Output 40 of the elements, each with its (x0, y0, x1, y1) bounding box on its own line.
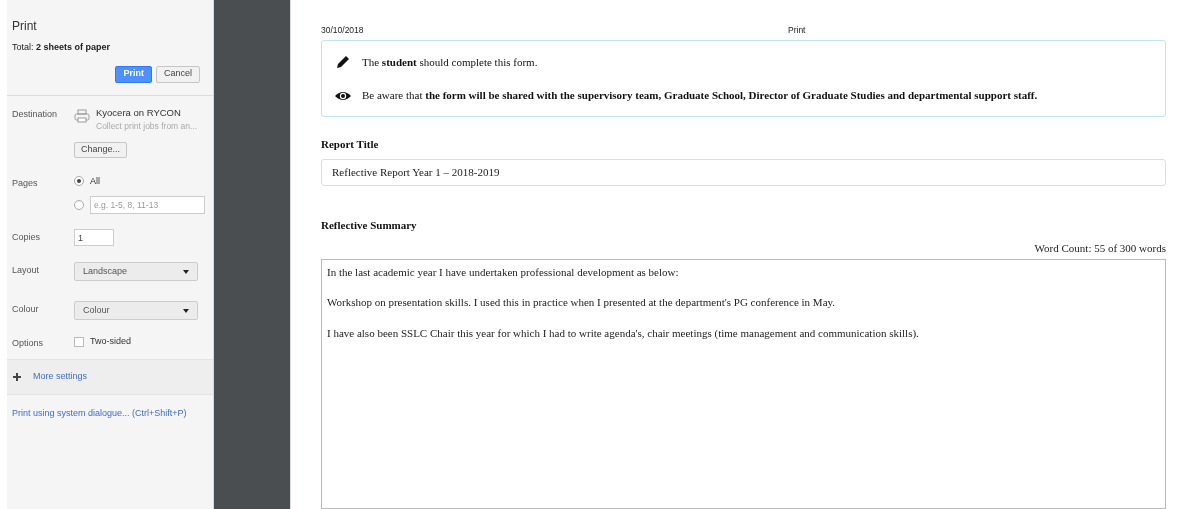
setting-label: Options (12, 337, 45, 350)
word-count: Word Count: 55 of 300 words (1033, 241, 1166, 257)
colour-select[interactable]: Colour (74, 301, 198, 320)
caret-icon (183, 308, 189, 313)
dialog-title: Print (12, 18, 38, 35)
setting-label: Colour (12, 303, 40, 316)
radio-button[interactable] (74, 176, 84, 187)
layout-select[interactable]: Landscape (74, 262, 198, 281)
printer-name: Kyocera on RYCON (96, 105, 182, 120)
radio-button[interactable] (74, 200, 84, 210)
checkbox-label: Two-sided (90, 335, 132, 348)
summary-paragraph: Workshop on presentation skills. I used this in practice when I presented at the department's PG conference in May. (327, 295, 837, 311)
printer-description: Collect print jobs from an... (96, 119, 198, 133)
cancel-button[interactable]: Cancel (156, 65, 200, 83)
notice-text: The student should complete this form. (362, 54, 538, 70)
change-button[interactable]: Change... (74, 141, 128, 158)
setting-label: Layout (12, 264, 41, 277)
setting-label: Pages (12, 176, 39, 190)
page-header-title: Print (788, 24, 806, 37)
page-date: 30/10/2018 (321, 24, 364, 37)
page-range-field[interactable]: e.g. 1-5, 8, 11-13 (90, 196, 205, 214)
plus-icon (13, 372, 21, 381)
field-label: Reflective Summary (321, 217, 418, 233)
summary-paragraph: I have also been SSLC Chair this year for which I had to write agenda's, chair meetings (time management and communication skills). (327, 325, 920, 341)
option-label: All (90, 174, 100, 188)
setting-label: Copies (12, 231, 41, 244)
summary-paragraph: In the last academic year I have undertaken professional development as below: (327, 264, 680, 280)
report-title-field[interactable]: Reflective Report Year 1 – 2018-2019 (321, 158, 1166, 186)
copies-field[interactable]: 1 (74, 229, 114, 246)
caret-icon (183, 269, 189, 274)
checkbox[interactable] (74, 336, 84, 347)
field-label: Report Title (321, 137, 380, 153)
summary-text-area[interactable] (321, 258, 1166, 509)
total-sheets: Total: 2 sheets of paper (12, 41, 112, 54)
notice-text: Be aware that the form will be shared with the supervisory team, Graduate School, Director of Graduate Studies and departmental support staff. (362, 88, 1038, 104)
setting-label: Destination (12, 107, 59, 121)
pencil-icon (334, 55, 352, 70)
system-dialog-link[interactable]: Print using system dialogue... (Ctrl+Shift+P) (12, 406, 208, 420)
more-settings-link[interactable]: More settings (33, 369, 88, 384)
printer-icon (74, 108, 90, 123)
